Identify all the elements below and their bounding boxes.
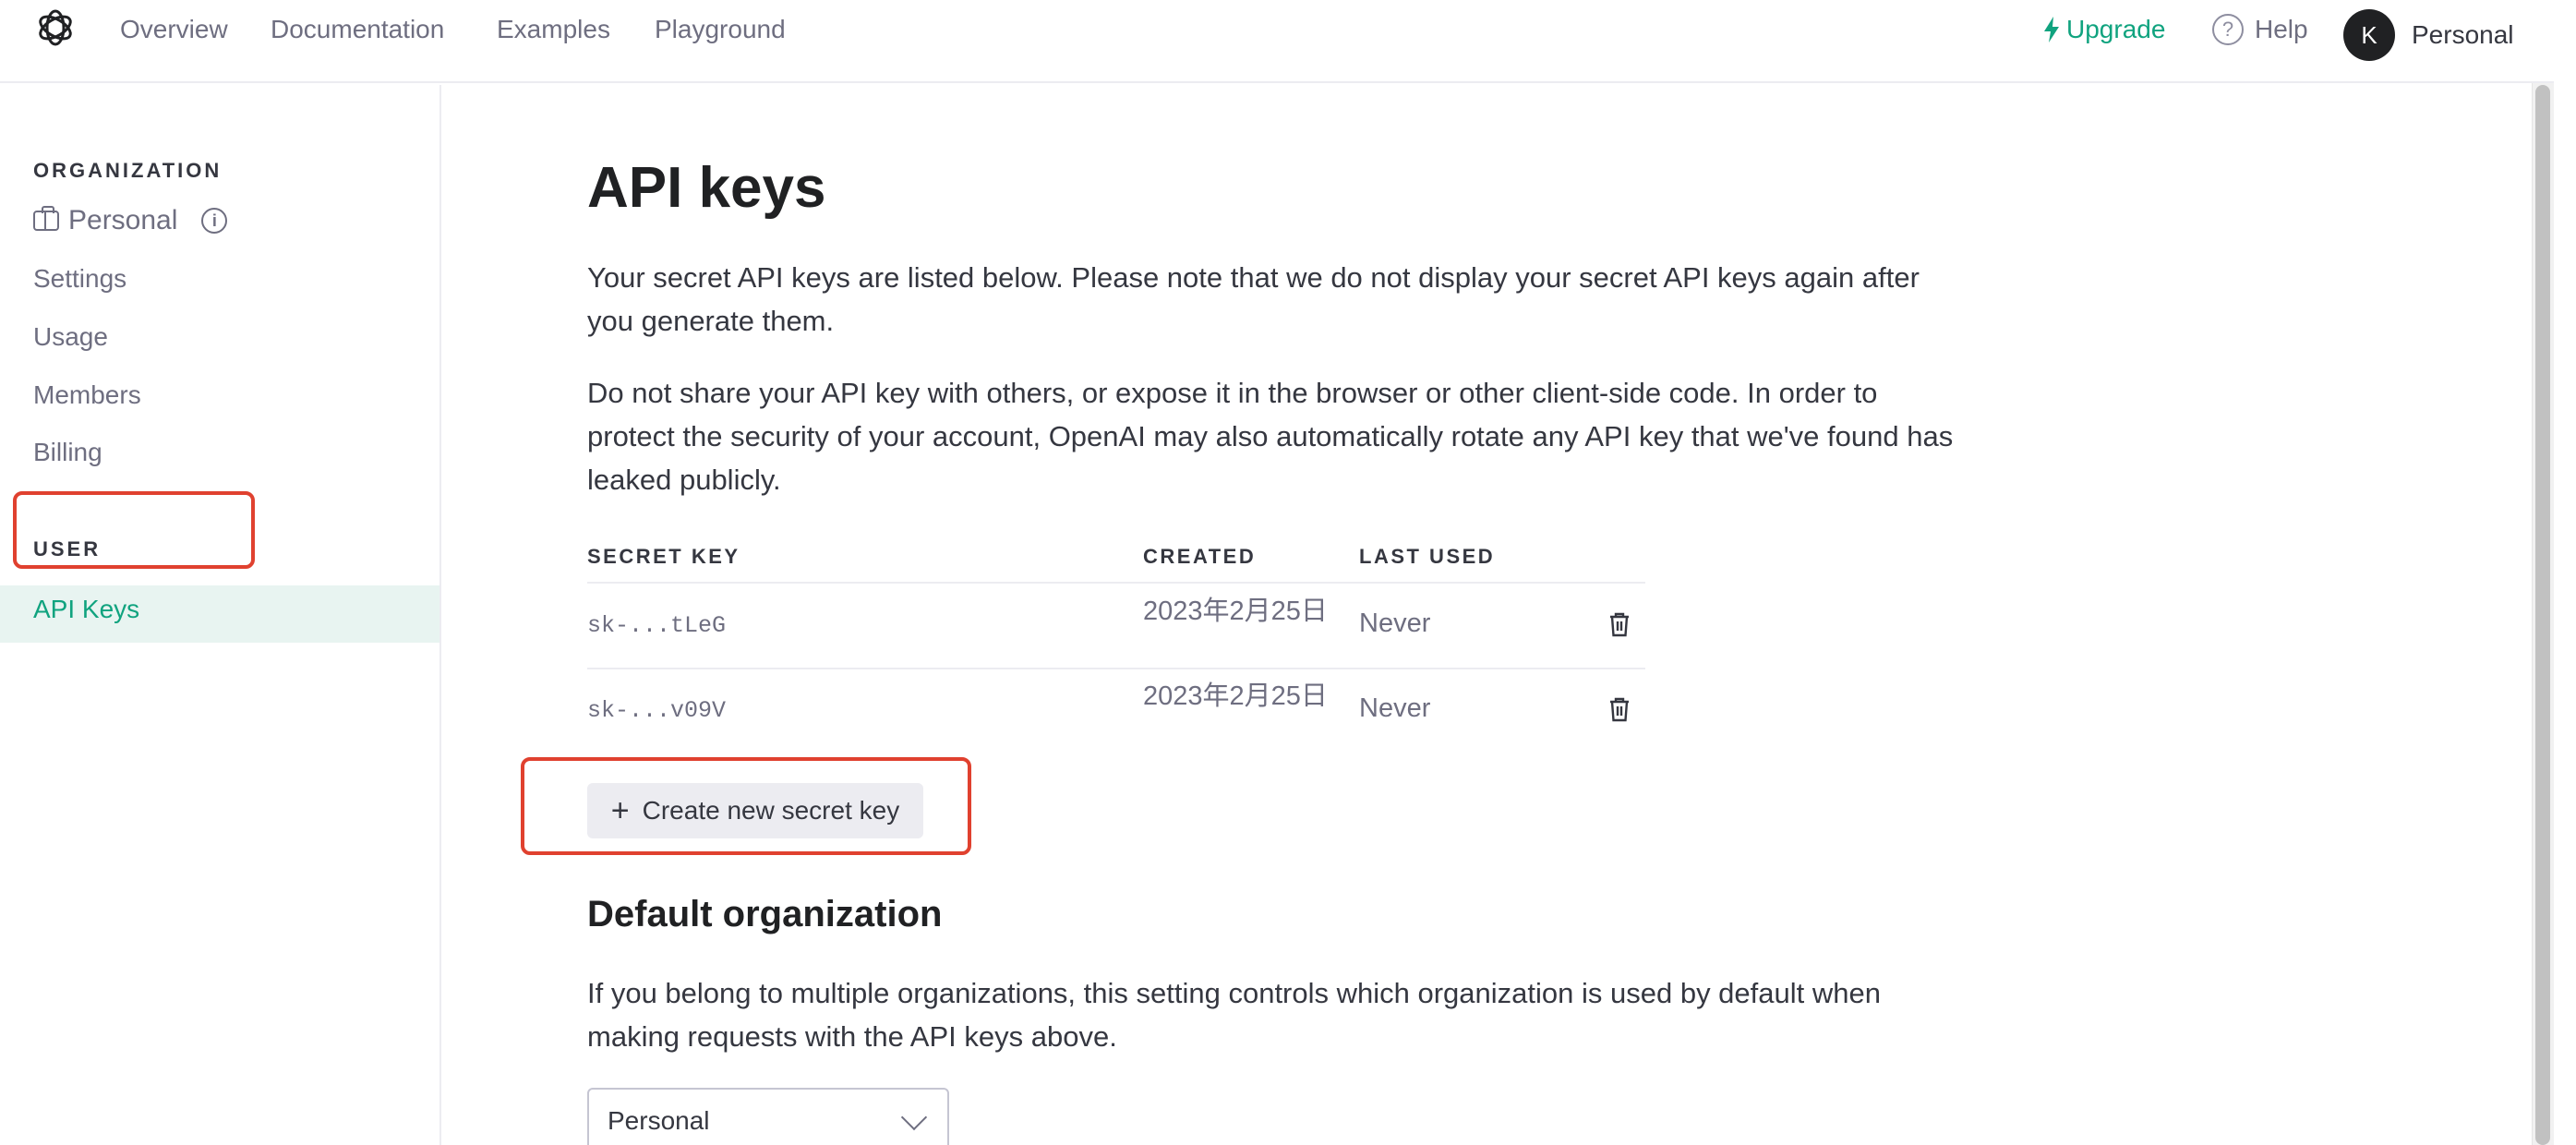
scrollbar-thumb[interactable] xyxy=(2535,85,2550,1145)
annotation-box-api-keys xyxy=(13,491,255,569)
intro-paragraph-1: Your secret API keys are listed below. P… xyxy=(587,261,1920,337)
help-link[interactable]: ? Help xyxy=(2212,9,2308,50)
nav-playground[interactable]: Playground xyxy=(655,13,786,46)
secret-key-value: sk-...v09V xyxy=(587,697,727,724)
default-organization-value: Personal xyxy=(608,1106,710,1135)
org-name: Personal xyxy=(68,205,178,235)
created-date: 2023年2月25日 xyxy=(1143,597,1328,626)
trash-icon[interactable] xyxy=(1608,611,1631,637)
org-switcher[interactable]: Personal i xyxy=(33,205,228,236)
annotation-box-create-key xyxy=(521,757,971,855)
last-used-value: Never xyxy=(1359,609,1431,638)
sidebar: ORGANIZATION Personal i Settings Usage M… xyxy=(0,85,441,1145)
account-menu[interactable]: K Personal xyxy=(2343,9,2514,61)
help-icon: ? xyxy=(2212,14,2244,45)
sidebar-item-members[interactable]: Members xyxy=(33,380,141,410)
trash-icon[interactable] xyxy=(1608,696,1631,722)
help-label: Help xyxy=(2255,15,2308,43)
window-edge xyxy=(2554,0,2576,1145)
last-used-value: Never xyxy=(1359,693,1431,723)
upgrade-link[interactable]: Upgrade xyxy=(2042,9,2165,50)
avatar: K xyxy=(2343,9,2395,61)
default-organization-description: If you belong to multiple organizations,… xyxy=(587,977,1881,1053)
column-header-created: CREATED xyxy=(1143,545,1257,568)
created-date: 2023年2月25日 xyxy=(1143,681,1328,711)
default-organization-select[interactable]: Personal xyxy=(587,1088,949,1145)
top-navigation: Overview Documentation Examples Playgrou… xyxy=(0,0,2554,83)
sidebar-item-billing[interactable]: Billing xyxy=(33,438,102,467)
chevron-down-icon xyxy=(900,1103,928,1131)
column-header-secret-key: SECRET KEY xyxy=(587,545,740,568)
nav-documentation[interactable]: Documentation xyxy=(271,13,444,46)
table-divider xyxy=(587,582,1645,584)
account-name: Personal xyxy=(2412,20,2514,49)
organization-section-label: ORGANIZATION xyxy=(33,159,223,182)
default-organization-heading: Default organization xyxy=(587,894,943,934)
bolt-icon xyxy=(2044,17,2059,42)
sidebar-item-usage[interactable]: Usage xyxy=(33,322,108,352)
nav-overview[interactable]: Overview xyxy=(120,13,228,46)
sidebar-item-settings[interactable]: Settings xyxy=(33,264,126,294)
table-divider xyxy=(587,668,1645,669)
secret-key-value: sk-...tLeG xyxy=(587,612,727,639)
column-header-last-used: LAST USED xyxy=(1359,545,1496,568)
page-title: API keys xyxy=(587,156,826,220)
briefcase-icon xyxy=(33,206,59,231)
upgrade-label: Upgrade xyxy=(2066,15,2166,43)
sidebar-item-api-keys[interactable]: API Keys xyxy=(33,595,139,624)
info-icon[interactable]: i xyxy=(201,208,228,234)
intro-paragraph-2: Do not share your API key with others, o… xyxy=(587,377,1954,496)
openai-logo-icon[interactable] xyxy=(33,6,78,50)
nav-examples[interactable]: Examples xyxy=(497,13,610,46)
